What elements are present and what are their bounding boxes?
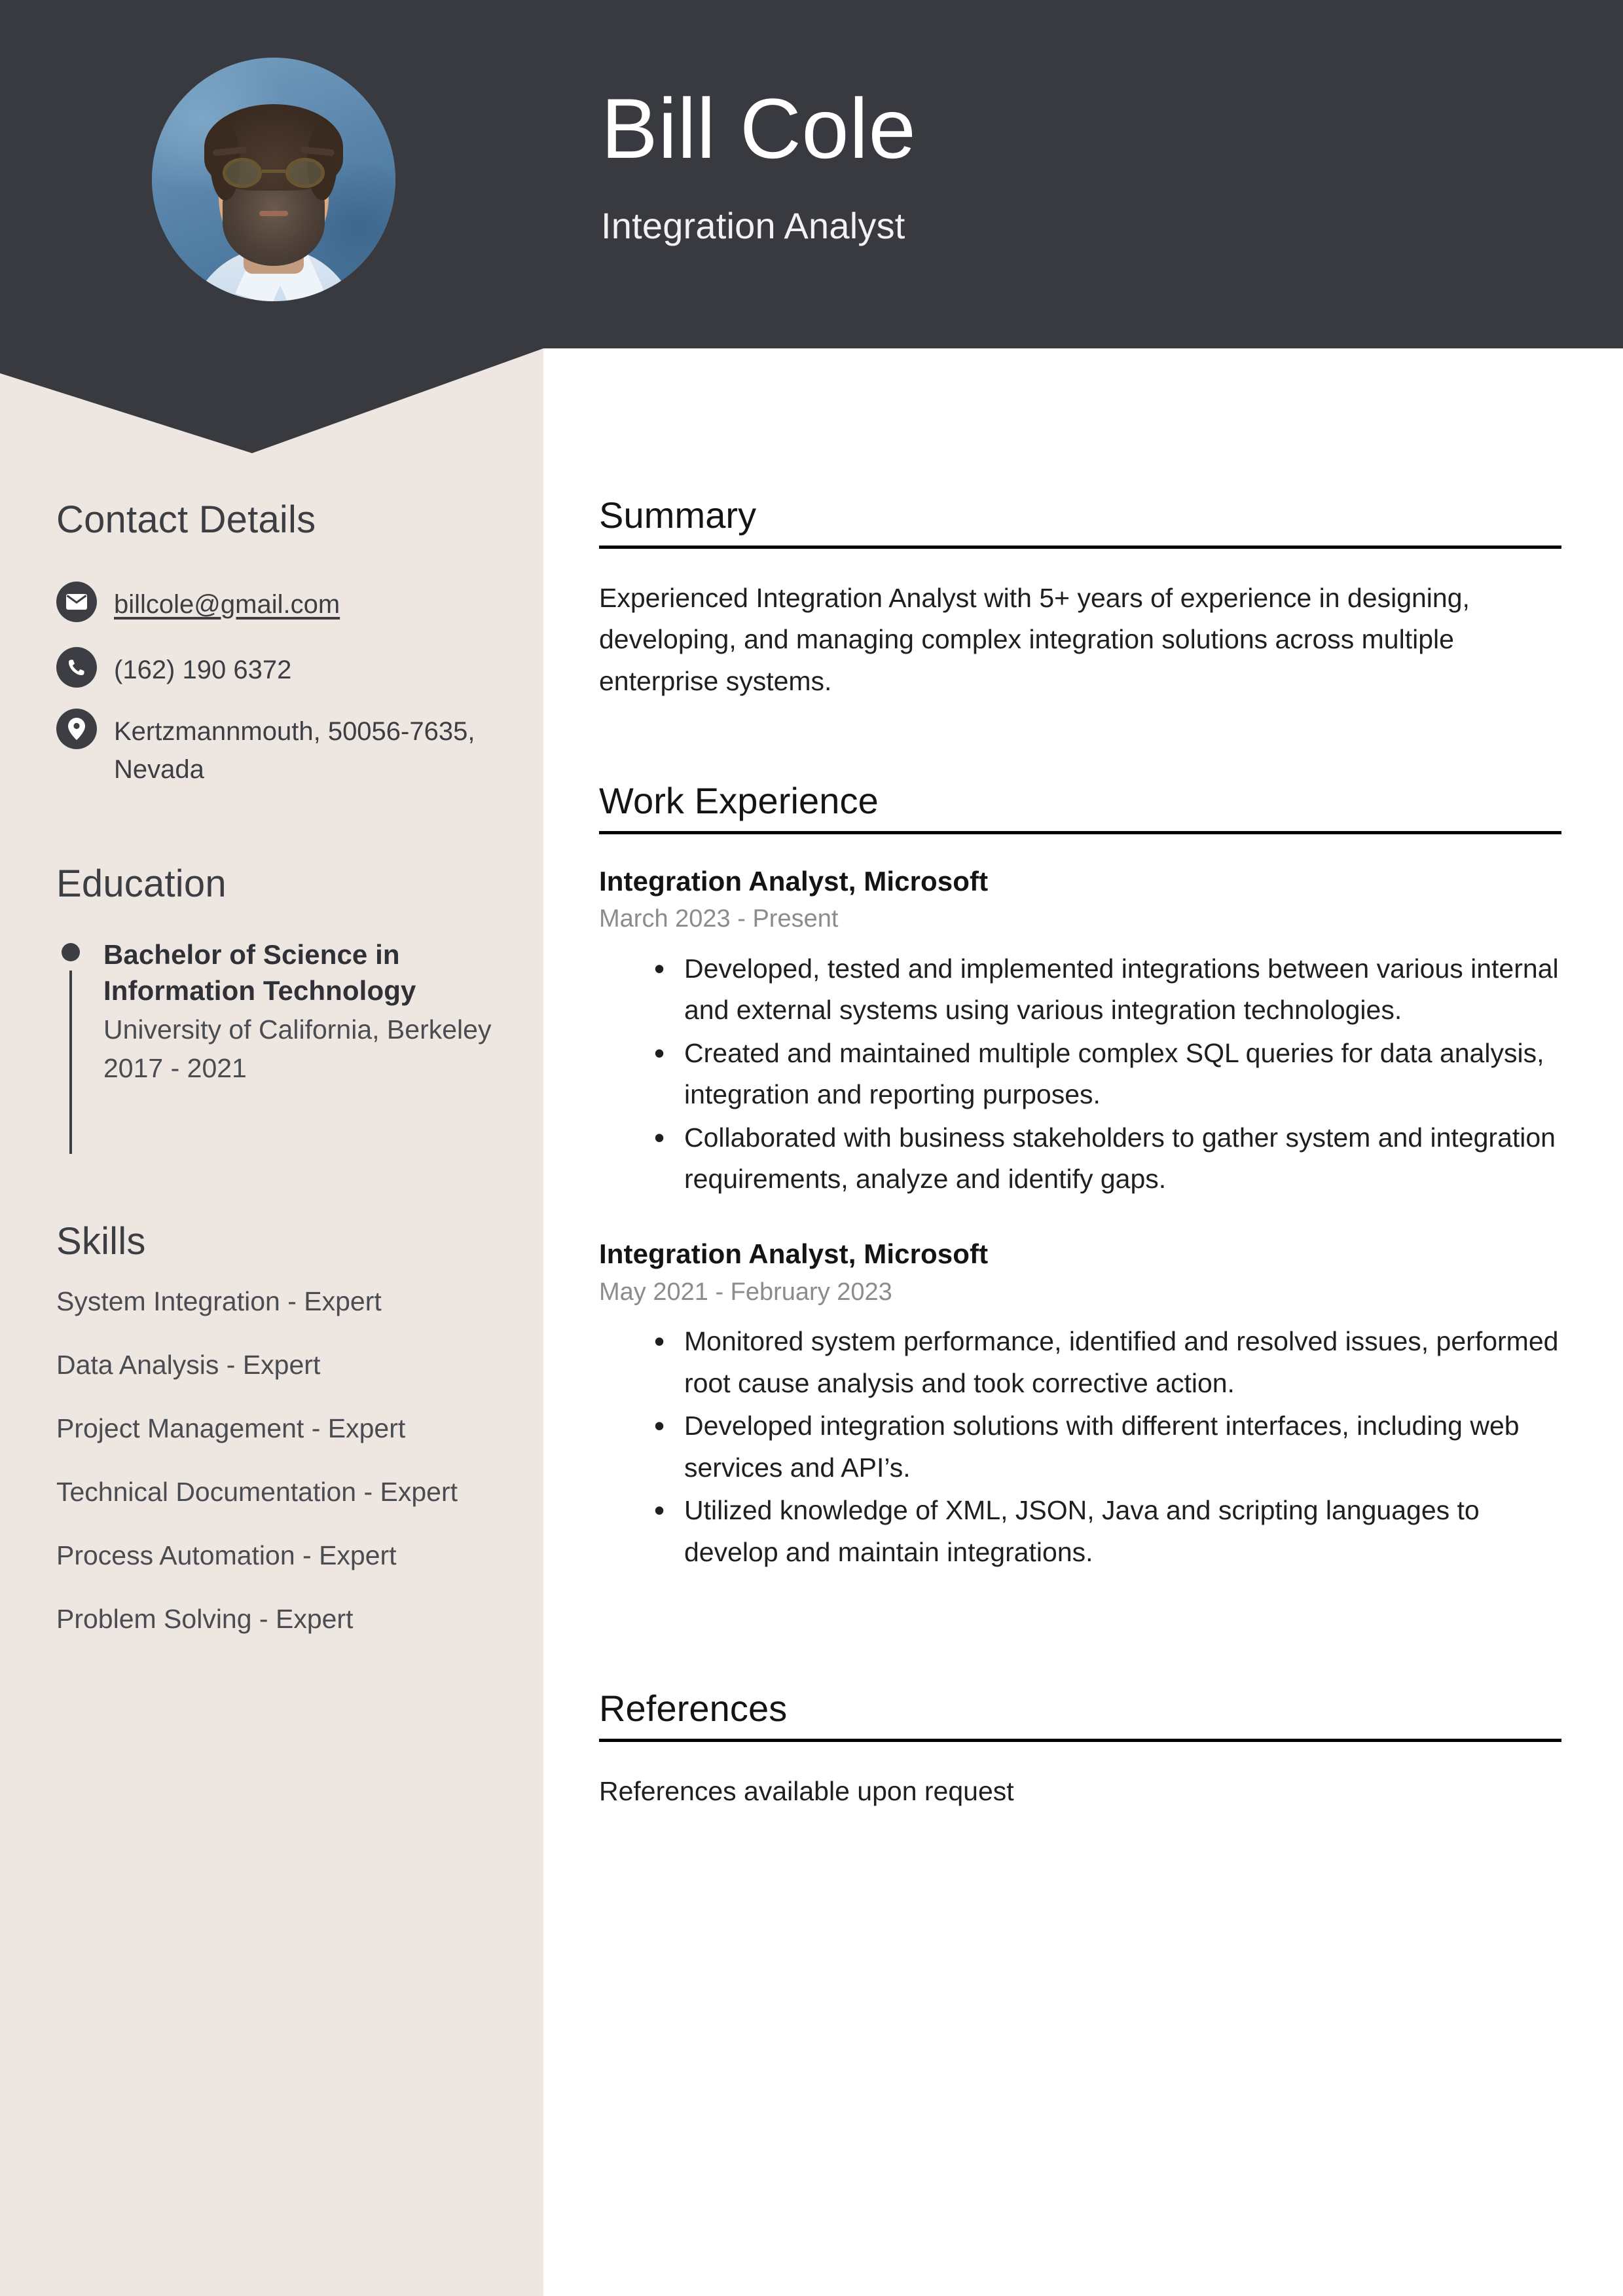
education-item: Bachelor of Science in Information Techn… [56,936,515,1154]
job-entry: Integration Analyst, Microsoft May 2021 … [599,1237,1561,1573]
skill-item: Data Analysis - Expert [56,1349,321,1380]
envelope-icon [56,582,97,622]
skills-list: System Integration - Expert Data Analysi… [56,1284,488,1665]
work-experience-divider [599,830,1561,834]
avatar [152,58,395,301]
job-bullet-list: Monitored system performance, identified… [599,1318,1561,1573]
resume-page: Bill Cole Integration Analyst Contact De… [0,0,1623,2296]
section-references: References References available upon req… [599,1688,1561,1812]
contact-address-value: Kertzmannmouth, 50056-7635, Nevada [114,717,475,784]
education-school: University of California, Berkeley [103,1014,492,1045]
job-bullet: Developed, tested and implemented integr… [599,946,1561,1031]
skills-heading: Skills [56,1220,146,1263]
job-dates: March 2023 - Present [599,905,839,933]
contact-details-heading: Contact Details [56,498,316,541]
references-heading: References [599,1688,788,1729]
avatar-glasses-bridge [262,169,285,173]
job-dates: May 2021 - February 2023 [599,1278,892,1306]
contact-item-address: Kertzmannmouth, 50056-7635, Nevada [56,709,515,788]
skill-item: Project Management - Expert [56,1413,406,1443]
job-bullet: Monitored system performance, identified… [599,1318,1561,1404]
work-experience-heading: Work Experience [599,780,879,821]
contact-phone-value: (162) 190 6372 [114,656,292,684]
job-bullet: Created and maintained multiple complex … [599,1030,1561,1116]
avatar-lens-right [285,157,325,188]
page-subtitle-job-title: Integration Analyst [601,205,905,246]
contact-email-value[interactable]: billcole@gmail.com [114,582,340,623]
references-divider [599,1738,1561,1742]
education-heading: Education [56,862,227,905]
education-dates: 2017 - 2021 [103,1053,247,1084]
job-bullet-list: Developed, tested and implemented integr… [599,946,1561,1200]
job-entry: Integration Analyst, Microsoft March 202… [599,864,1561,1200]
job-bullet: Collaborated with business stakeholders … [599,1115,1561,1200]
page-title-name: Bill Cole [601,81,917,176]
education-item-body: Bachelor of Science in Information Techn… [103,936,515,1087]
job-bullet: Utilized knowledge of XML, JSON, Java an… [599,1487,1561,1573]
summary-heading: Summary [599,494,757,536]
skill-item: System Integration - Expert [56,1286,382,1316]
location-pin-icon [56,709,97,749]
education-timeline-line [69,971,72,1154]
skill-item: Technical Documentation - Expert [56,1476,458,1507]
avatar-beard [223,179,325,266]
avatar-lens-left [223,157,262,188]
job-title: Integration Analyst, Microsoft [599,865,989,897]
contact-item-phone[interactable]: (162) 190 6372 [56,647,515,689]
skill-item: Problem Solving - Expert [56,1603,354,1634]
job-bullet: Developed integration solutions with dif… [599,1403,1561,1489]
avatar-photo [152,58,395,301]
avatar-glasses [223,157,325,188]
references-text: References available upon request [599,1775,1014,1806]
section-summary: Summary Experienced Integration Analyst … [599,494,1561,702]
contact-item-email[interactable]: billcole@gmail.com [56,582,515,623]
phone-icon [56,647,97,688]
summary-text: Experienced Integration Analyst with 5+ … [599,582,1470,696]
summary-divider [599,545,1561,549]
section-work-experience: Work Experience Integration Analyst, Mic… [599,780,1561,1574]
job-title: Integration Analyst, Microsoft [599,1238,989,1269]
education-bullet-dot [62,943,80,961]
skill-item: Process Automation - Expert [56,1540,397,1570]
education-degree: Bachelor of Science in Information Techn… [103,939,416,1007]
avatar-mouth [259,211,288,217]
